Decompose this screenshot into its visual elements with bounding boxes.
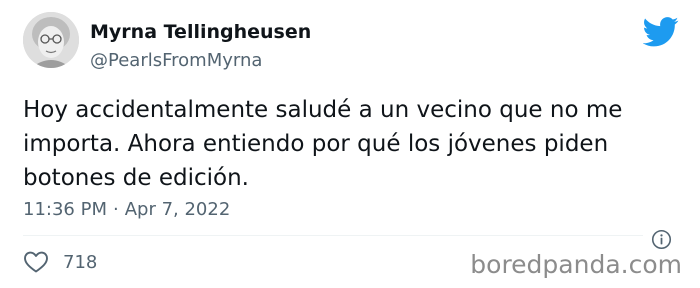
avatar[interactable] xyxy=(23,12,79,68)
heart-icon xyxy=(24,251,48,273)
like-count: 718 xyxy=(63,251,98,273)
twitter-bird-icon[interactable] xyxy=(643,17,679,47)
info-icon[interactable] xyxy=(651,229,672,250)
tweet-text: Hoy accidentalmente saludé a un vecino q… xyxy=(23,97,623,191)
tweet-card: Myrna Tellingheusen @PearlsFromMyrna Hoy… xyxy=(0,0,700,288)
author-handle[interactable]: @PearlsFromMyrna xyxy=(90,50,262,71)
meta-separator: · xyxy=(112,199,119,220)
tweet-date[interactable]: Apr 7, 2022 xyxy=(125,199,231,220)
watermark: boredpanda.com xyxy=(470,250,682,279)
like-button[interactable]: 718 xyxy=(23,250,97,274)
avatar-portrait-icon xyxy=(23,12,79,68)
divider xyxy=(23,235,643,236)
tweet-time[interactable]: 11:36 PM xyxy=(23,199,107,220)
tweet-timestamp[interactable]: 11:36 PM · Apr 7, 2022 xyxy=(23,199,230,220)
author-display-name[interactable]: Myrna Tellingheusen xyxy=(90,21,311,43)
